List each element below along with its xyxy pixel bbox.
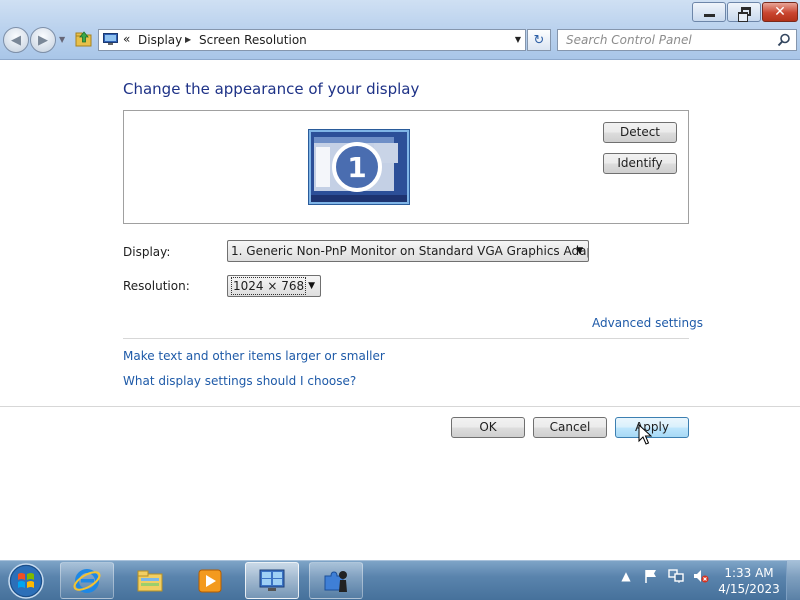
display-help-link[interactable]: What display settings should I choose? bbox=[123, 374, 356, 388]
window-titlebar: ✕ ◀ ▶ ▼ « Display ▶ Screen Resolution ▼ … bbox=[0, 0, 800, 60]
advanced-settings-link[interactable]: Advanced settings bbox=[592, 316, 703, 330]
taskbar-chess-app[interactable] bbox=[309, 562, 363, 599]
search-input[interactable]: Search Control Panel bbox=[557, 29, 797, 51]
network-icon[interactable] bbox=[668, 568, 684, 584]
chevron-down-icon: ▼ bbox=[308, 281, 315, 291]
address-bar[interactable]: « Display ▶ Screen Resolution ▼ bbox=[98, 29, 526, 51]
taskbar-internet-explorer[interactable] bbox=[60, 562, 114, 599]
action-center-flag-icon[interactable] bbox=[643, 568, 659, 584]
media-player-icon bbox=[198, 569, 222, 592]
taskbar-control-panel[interactable] bbox=[245, 562, 299, 599]
clock-date: 4/15/2023 bbox=[718, 582, 780, 596]
recent-pages-dropdown-icon[interactable]: ▼ bbox=[59, 35, 65, 44]
taskbar: ▲ 1:33 AM 4/15/2023 bbox=[0, 560, 800, 600]
up-folder-icon[interactable] bbox=[75, 30, 92, 47]
window-controls: ✕ bbox=[691, 2, 798, 22]
address-dropdown-icon[interactable]: ▼ bbox=[515, 35, 521, 44]
refresh-button[interactable]: ↻ bbox=[527, 29, 551, 51]
start-orb-icon[interactable] bbox=[6, 562, 46, 600]
control-panel-monitor-icon bbox=[103, 33, 118, 45]
close-icon: ✕ bbox=[774, 4, 786, 20]
forward-button[interactable]: ▶ bbox=[30, 27, 56, 53]
display-select[interactable]: 1. Generic Non-PnP Monitor on Standard V… bbox=[227, 240, 589, 262]
clock-time: 1:33 AM bbox=[724, 566, 774, 580]
monitor-1-icon[interactable]: 1 bbox=[308, 129, 410, 205]
system-tray: ▲ bbox=[618, 568, 718, 584]
resolution-label: Resolution: bbox=[123, 279, 190, 293]
detect-button[interactable]: Detect bbox=[603, 122, 677, 143]
restore-icon bbox=[738, 6, 751, 22]
monitor-number-label: 1 bbox=[347, 151, 366, 184]
identify-button[interactable]: Identify bbox=[603, 153, 677, 174]
footer-divider bbox=[0, 406, 800, 407]
show-desktop-button[interactable] bbox=[786, 561, 800, 600]
chess-puzzle-icon bbox=[324, 570, 347, 592]
resolution-select[interactable]: 1024 × 768 ▼ bbox=[227, 275, 321, 297]
text-size-link[interactable]: Make text and other items larger or smal… bbox=[123, 349, 385, 363]
mouse-pointer-icon bbox=[638, 424, 652, 445]
breadcrumb-screen-resolution[interactable]: Screen Resolution bbox=[199, 33, 307, 47]
refresh-icon: ↻ bbox=[533, 32, 545, 48]
taskbar-media-player[interactable] bbox=[183, 562, 237, 599]
breadcrumb-display[interactable]: Display bbox=[138, 33, 182, 47]
chevron-down-icon: ▼ bbox=[576, 246, 583, 256]
apply-button[interactable]: Apply bbox=[615, 417, 689, 438]
close-button[interactable]: ✕ bbox=[762, 2, 798, 22]
folder-icon bbox=[137, 570, 163, 591]
show-hidden-icons-icon[interactable]: ▲ bbox=[618, 568, 634, 584]
search-icon[interactable] bbox=[777, 33, 791, 47]
breadcrumb-overflow[interactable]: « bbox=[123, 32, 130, 46]
minimize-icon bbox=[703, 13, 715, 17]
back-arrow-icon: ◀ bbox=[11, 32, 21, 48]
control-panel-icon bbox=[259, 569, 285, 591]
page-title: Change the appearance of your display bbox=[123, 80, 420, 98]
volume-muted-icon[interactable] bbox=[693, 568, 709, 584]
breadcrumb-separator-icon[interactable]: ▶ bbox=[185, 35, 191, 44]
minimize-button[interactable] bbox=[692, 2, 726, 22]
section-divider bbox=[123, 338, 689, 339]
taskbar-clock[interactable]: 1:33 AM 4/15/2023 bbox=[718, 565, 780, 597]
display-select-value: 1. Generic Non-PnP Monitor on Standard V… bbox=[231, 244, 589, 258]
search-placeholder: Search Control Panel bbox=[566, 33, 692, 47]
internet-explorer-icon bbox=[73, 568, 101, 593]
display-label: Display: bbox=[123, 245, 171, 259]
display-preview-panel: 1 Detect Identify bbox=[123, 110, 689, 224]
taskbar-windows-explorer[interactable] bbox=[123, 562, 177, 599]
forward-arrow-icon: ▶ bbox=[38, 32, 48, 48]
cancel-button[interactable]: Cancel bbox=[533, 417, 607, 438]
ok-button[interactable]: OK bbox=[451, 417, 525, 438]
back-button[interactable]: ◀ bbox=[3, 27, 29, 53]
resolution-select-value: 1024 × 768 bbox=[231, 277, 307, 295]
maximize-button[interactable] bbox=[727, 2, 761, 22]
